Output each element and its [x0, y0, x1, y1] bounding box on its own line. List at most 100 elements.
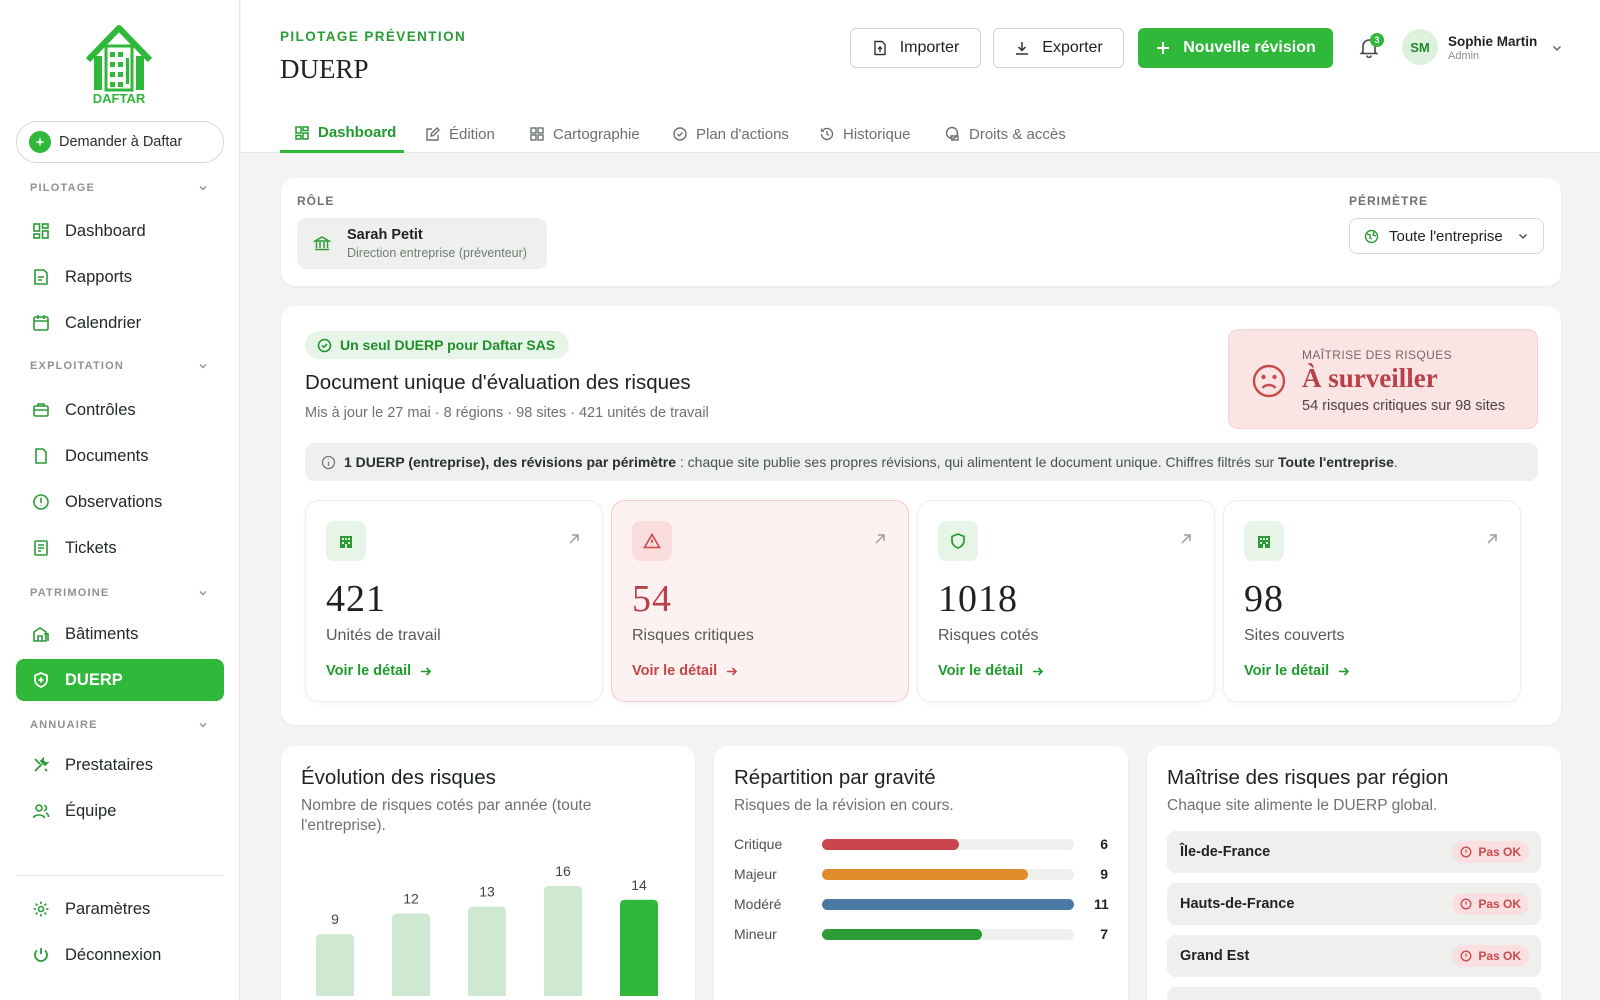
file-upload-icon	[872, 40, 888, 56]
avatar[interactable]: SM	[1402, 29, 1438, 65]
bar-value-label: 14	[631, 877, 647, 893]
info-banner: 1 DUERP (entreprise), des révisions par …	[305, 443, 1538, 481]
toolbox-icon	[31, 400, 51, 420]
kpi-card-critiques[interactable]: 54 Risques critiques Voir le détail	[611, 500, 909, 702]
institution-icon	[313, 234, 331, 252]
sidebar-item-controles[interactable]: Contrôles	[16, 389, 224, 431]
sidebar-item-deconnexion[interactable]: Déconnexion	[16, 934, 224, 976]
kpi-detail-link[interactable]: Voir le détail	[632, 663, 738, 679]
bar-2022[interactable]	[316, 934, 354, 996]
tab-droits-acces[interactable]: Droits & accès	[931, 115, 1080, 153]
role-selector[interactable]: Sarah Petit Direction entreprise (préven…	[297, 218, 547, 269]
alert-circle-icon	[1460, 846, 1472, 858]
region-name: Île-de-France	[1180, 844, 1271, 860]
check-circle-icon	[672, 126, 688, 142]
tab-label: Plan d'actions	[696, 125, 789, 143]
gravity-row-mineur: Mineur 7	[734, 926, 1124, 942]
role-description: Direction entreprise (préventeur)	[347, 246, 527, 260]
section-exploitation-label: EXPLOITATION	[30, 360, 125, 372]
bar-value-label: 9	[331, 911, 339, 927]
tab-edition[interactable]: Édition	[411, 115, 509, 153]
status-badge: Pas OK	[1452, 945, 1529, 967]
region-row[interactable]	[1167, 987, 1541, 1000]
chevron-down-icon[interactable]	[1551, 42, 1563, 54]
gravity-label: Modéré	[734, 896, 782, 912]
region-row[interactable]: Grand Est Pas OK	[1167, 935, 1541, 977]
evolution-subtitle: Nombre de risques cotés par année (toute…	[301, 797, 592, 834]
bar-2025[interactable]	[544, 886, 582, 996]
sidebar-item-dashboard[interactable]: Dashboard	[16, 210, 224, 252]
sidebar-item-rapports[interactable]: Rapports	[16, 256, 224, 298]
kpi-detail-link[interactable]: Voir le détail	[1244, 663, 1350, 679]
sidebar-item-documents[interactable]: Documents	[16, 435, 224, 477]
sidebar-item-label: Paramètres	[65, 899, 151, 918]
bar-value-label: 16	[555, 863, 571, 879]
sidebar-item-prestataires[interactable]: Prestataires	[16, 744, 224, 786]
tab-label: Édition	[449, 125, 495, 143]
sidebar-item-equipe[interactable]: Équipe	[16, 790, 224, 832]
sidebar-item-duerp[interactable]: DUERP	[16, 659, 224, 701]
ticket-icon	[31, 538, 51, 558]
section-annuaire[interactable]: ANNUAIRE	[30, 719, 208, 731]
ask-daftar-button[interactable]: Demander à Daftar	[16, 121, 224, 163]
chevron-down-icon	[1518, 233, 1528, 240]
chevron-down-icon	[199, 364, 207, 369]
user-name[interactable]: Sophie Martin	[1448, 34, 1537, 49]
region-row[interactable]: Île-de-France Pas OK	[1167, 831, 1541, 873]
regions-panel: Maîtrise des risques par région Chaque s…	[1147, 746, 1561, 1000]
bar-value-label: 12	[403, 891, 419, 907]
gear-icon	[31, 899, 51, 919]
kpi-card-sites[interactable]: 98 Sites couverts Voir le détail	[1223, 500, 1521, 702]
kpi-label: Risques cotés	[938, 627, 1039, 644]
sidebar-item-observations[interactable]: Observations	[16, 481, 224, 523]
tab-plan-actions[interactable]: Plan d'actions	[658, 115, 803, 153]
bar-value-label: 13	[479, 884, 495, 900]
sidebar-item-parametres[interactable]: Paramètres	[16, 888, 224, 930]
section-patrimoine[interactable]: PATRIMOINE	[30, 587, 208, 599]
kpi-value: 54	[632, 578, 672, 620]
kpi-card-unites[interactable]: 421 Unités de travail Voir le détail	[305, 500, 603, 702]
check-circle-icon	[317, 338, 332, 353]
tab-dashboard[interactable]: Dashboard	[280, 115, 404, 153]
import-label: Importer	[899, 39, 960, 56]
shield-plus-icon	[31, 670, 51, 690]
gravity-row-modere: Modéré 11	[734, 896, 1124, 912]
daftar-logo[interactable]: DAFTAR	[82, 22, 156, 106]
kpi-detail-label: Voir le détail	[938, 663, 1024, 679]
section-exploitation[interactable]: EXPLOITATION	[30, 360, 208, 372]
bar-2026[interactable]	[620, 899, 658, 996]
role-name: Sarah Petit	[347, 227, 423, 243]
risk-status-panel[interactable]: MAÎTRISE DES RISQUES À surveiller 54 ris…	[1228, 329, 1538, 429]
bar-2023[interactable]	[392, 913, 430, 997]
sidebar-item-batiments[interactable]: Bâtiments	[16, 613, 224, 655]
sidebar-item-label: Rapports	[65, 267, 132, 286]
history-icon	[819, 126, 835, 142]
region-row[interactable]: Hauts-de-France Pas OK	[1167, 883, 1541, 925]
sidebar-item-label: Équipe	[65, 801, 117, 820]
grid-icon	[294, 125, 310, 141]
kpi-card-cotes[interactable]: 1018 Risques cotés Voir le détail	[917, 500, 1215, 702]
info-text: : chaque site publie ses propres révisio…	[675, 454, 1279, 470]
kpi-label: Unités de travail	[326, 627, 441, 644]
section-pilotage-label: PILOTAGE	[30, 182, 96, 194]
kpi-detail-link[interactable]: Voir le détail	[938, 663, 1044, 679]
role-card: RÔLE Sarah Petit Direction entreprise (p…	[281, 178, 1561, 286]
tab-cartographie[interactable]: Cartographie	[515, 115, 654, 153]
info-icon	[321, 455, 336, 470]
new-revision-label: Nouvelle révision	[1183, 39, 1316, 56]
section-pilotage[interactable]: PILOTAGE	[30, 182, 208, 194]
tab-label: Historique	[843, 125, 911, 143]
status-badge: Pas OK	[1452, 893, 1529, 915]
download-icon	[1014, 40, 1030, 56]
kpi-detail-link[interactable]: Voir le détail	[326, 663, 432, 679]
arrow-up-right-icon	[1487, 534, 1497, 544]
import-button[interactable]: Importer	[850, 28, 981, 68]
tab-historique[interactable]: Historique	[805, 115, 925, 153]
bar-2024[interactable]	[468, 906, 506, 996]
new-revision-button[interactable]: Nouvelle révision	[1138, 28, 1333, 68]
status-subtitle: 54 risques critiques sur 98 sites	[1302, 398, 1506, 414]
sidebar-item-calendrier[interactable]: Calendrier	[16, 302, 224, 344]
scope-select[interactable]: Toute l'entreprise	[1349, 218, 1544, 254]
export-button[interactable]: Exporter	[993, 28, 1124, 68]
sidebar-item-tickets[interactable]: Tickets	[16, 527, 224, 569]
